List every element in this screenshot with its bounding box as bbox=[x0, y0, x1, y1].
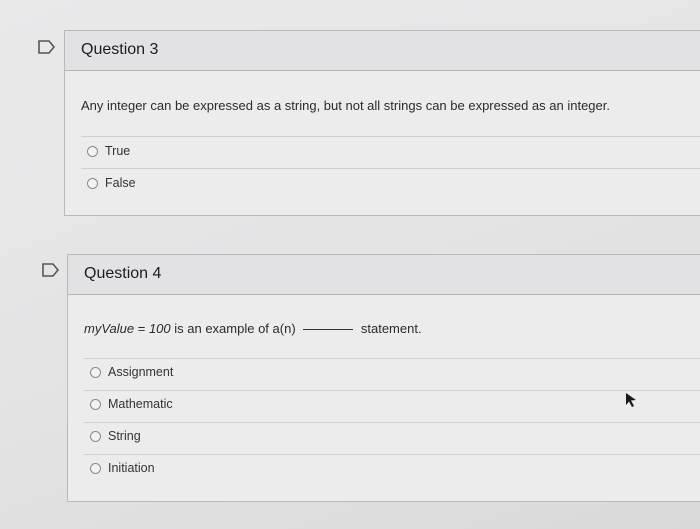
question-3-title: Question 3 bbox=[81, 41, 159, 58]
divider bbox=[81, 136, 700, 137]
prompt-middle: is an example of a(n) bbox=[170, 321, 300, 336]
radio-button[interactable] bbox=[87, 177, 98, 189]
equals-sign: = bbox=[134, 321, 149, 336]
radio-button[interactable] bbox=[90, 430, 101, 442]
radio-button[interactable] bbox=[87, 145, 98, 157]
option-true[interactable]: True bbox=[87, 144, 130, 158]
unanswered-flag-icon bbox=[42, 263, 60, 277]
prompt-end: statement. bbox=[357, 321, 422, 336]
radio-button[interactable] bbox=[90, 398, 101, 410]
option-label: True bbox=[105, 144, 131, 158]
radio-button[interactable] bbox=[90, 462, 101, 474]
option-label: Mathematic bbox=[108, 397, 173, 411]
question-3-card: Question 3 Any integer can be expressed … bbox=[64, 30, 700, 216]
option-string[interactable]: String bbox=[90, 429, 141, 443]
question-3-header bbox=[65, 31, 700, 71]
option-label: Assignment bbox=[108, 365, 174, 379]
question-4-header bbox=[68, 255, 700, 295]
question-4-title: Question 4 bbox=[84, 265, 162, 282]
option-false[interactable]: False bbox=[87, 176, 136, 190]
mouse-cursor-icon bbox=[626, 393, 636, 407]
option-label: False bbox=[105, 176, 136, 190]
variable-name: myValue bbox=[84, 321, 135, 336]
divider bbox=[84, 358, 700, 359]
option-label: String bbox=[108, 429, 141, 443]
question-4-prompt: myValue = 100 is an example of a(n) stat… bbox=[84, 321, 422, 336]
answer-blank bbox=[303, 329, 354, 330]
radio-button[interactable] bbox=[90, 366, 101, 378]
option-label: Initiation bbox=[108, 461, 155, 475]
divider bbox=[81, 168, 700, 169]
divider bbox=[84, 390, 700, 391]
unanswered-flag-icon bbox=[38, 40, 56, 54]
option-assignment[interactable]: Assignment bbox=[90, 365, 173, 379]
number-literal: 100 bbox=[148, 321, 171, 336]
question-4-card: Question 4 myValue = 100 is an example o… bbox=[67, 254, 700, 502]
divider bbox=[84, 454, 700, 455]
option-initiation[interactable]: Initiation bbox=[90, 461, 155, 475]
divider bbox=[84, 422, 700, 423]
question-3-prompt: Any integer can be expressed as a string… bbox=[81, 98, 610, 113]
option-mathematic[interactable]: Mathematic bbox=[90, 397, 173, 411]
